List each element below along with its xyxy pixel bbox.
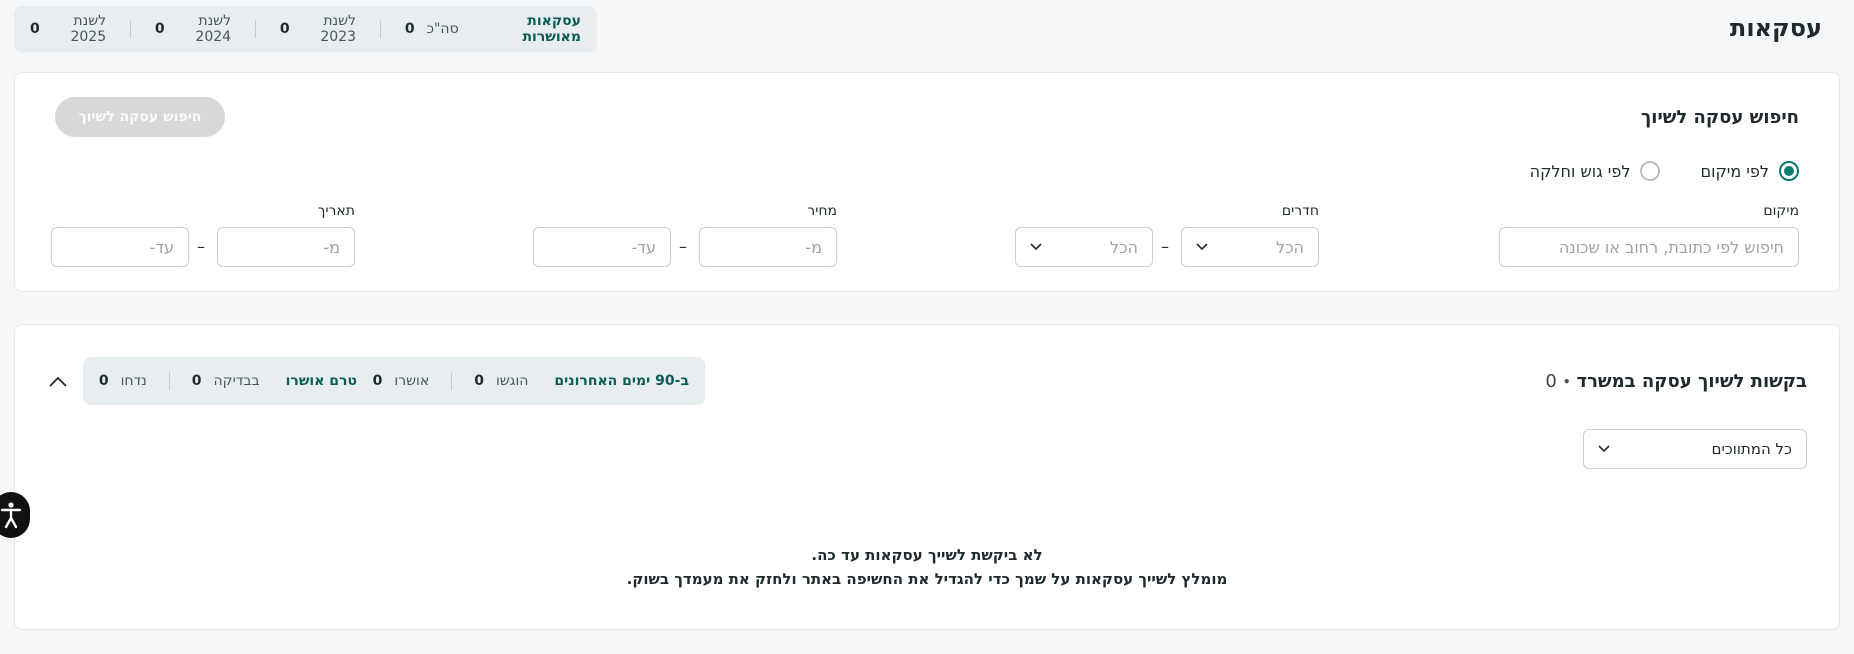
deal-search-card: חיפוש עסקה לשיוך חיפוש עסקה לשיוך לפי מי… bbox=[14, 72, 1840, 292]
stat-submitted: הוגשו 0 bbox=[474, 373, 529, 389]
date-to-input[interactable]: עד- bbox=[51, 227, 189, 267]
stats-title: עסקאות מאושרות bbox=[522, 13, 581, 45]
range-dash: – bbox=[679, 237, 687, 256]
date-from-input[interactable]: מ- bbox=[217, 227, 355, 267]
search-deal-button[interactable]: חיפוש עסקה לשיוך bbox=[55, 97, 225, 137]
rooms-to-select[interactable]: הכל bbox=[1015, 227, 1153, 267]
radio-by-location[interactable]: לפי מיקום bbox=[1700, 161, 1799, 181]
agents-filter-select[interactable]: כל המתווכים bbox=[1583, 429, 1807, 469]
price-label: מחיר bbox=[807, 203, 837, 219]
divider bbox=[380, 20, 381, 38]
stat-2025: לשנת 2025 0 bbox=[29, 13, 107, 45]
chevron-up-icon[interactable] bbox=[45, 369, 71, 395]
empty-state: לא ביקשת לשייך עסקאות עד כה. מומלץ לשייך… bbox=[626, 546, 1228, 588]
price-to-input[interactable]: עד- bbox=[533, 227, 671, 267]
price-from-input[interactable]: מ- bbox=[699, 227, 837, 267]
stat-approved: אושרו 0 bbox=[372, 373, 430, 389]
stat-rejected: נדחו 0 bbox=[98, 373, 147, 389]
rooms-label: חדרים bbox=[1281, 203, 1319, 219]
rooms-from-select[interactable]: הכל bbox=[1181, 227, 1319, 267]
location-search-input[interactable]: חיפוש לפי כתובת, רחוב או שכונה bbox=[1499, 227, 1799, 267]
stat-in-review: בבדיקה 0 bbox=[191, 373, 260, 389]
deal-requests-card: בקשות לשיוך עסקה במשרד • 0 ב-90 ימים האח… bbox=[14, 324, 1840, 630]
divider bbox=[255, 20, 256, 38]
requests-title: בקשות לשיוך עסקה במשרד • 0 bbox=[1545, 371, 1807, 392]
divider bbox=[168, 372, 170, 390]
requests-count: 0 bbox=[1545, 371, 1557, 392]
stat-2024: לשנת 2024 0 bbox=[154, 13, 232, 45]
search-mode-radios: לפי מיקום לפי גוש וחלקה bbox=[1530, 161, 1799, 181]
accessibility-icon[interactable] bbox=[0, 492, 30, 538]
stat-total: סה"כ 0 bbox=[404, 21, 459, 37]
radio-unselected-icon[interactable] bbox=[1640, 161, 1661, 181]
chevron-down-icon bbox=[1598, 442, 1610, 456]
approved-deals-stats: עסקאות מאושרות סה"כ 0 לשנת 2023 0 לשנת 2… bbox=[14, 6, 597, 52]
divider bbox=[130, 20, 131, 38]
chevron-down-icon bbox=[1030, 240, 1042, 254]
search-title: חיפוש עסקה לשיוך bbox=[1640, 107, 1799, 128]
location-label: מיקום bbox=[1763, 203, 1799, 219]
radio-by-block-parcel[interactable]: לפי גוש וחלקה bbox=[1530, 161, 1661, 181]
radio-selected-icon[interactable] bbox=[1779, 161, 1799, 181]
chevron-down-icon bbox=[1196, 240, 1208, 254]
stat-2023: לשנת 2023 0 bbox=[279, 13, 357, 45]
range-dash: – bbox=[1161, 237, 1169, 256]
page-title: עסקאות bbox=[1729, 14, 1822, 42]
date-label: תאריך bbox=[317, 203, 355, 219]
pending-requests-pill: טרם אושרו בבדיקה 0 נדחו 0 bbox=[82, 357, 373, 405]
divider bbox=[451, 372, 453, 390]
recent-requests-pill: ב-90 ימים האחרונים הוגשו 0 אושרו 0 bbox=[356, 357, 705, 405]
range-dash: – bbox=[197, 237, 205, 256]
